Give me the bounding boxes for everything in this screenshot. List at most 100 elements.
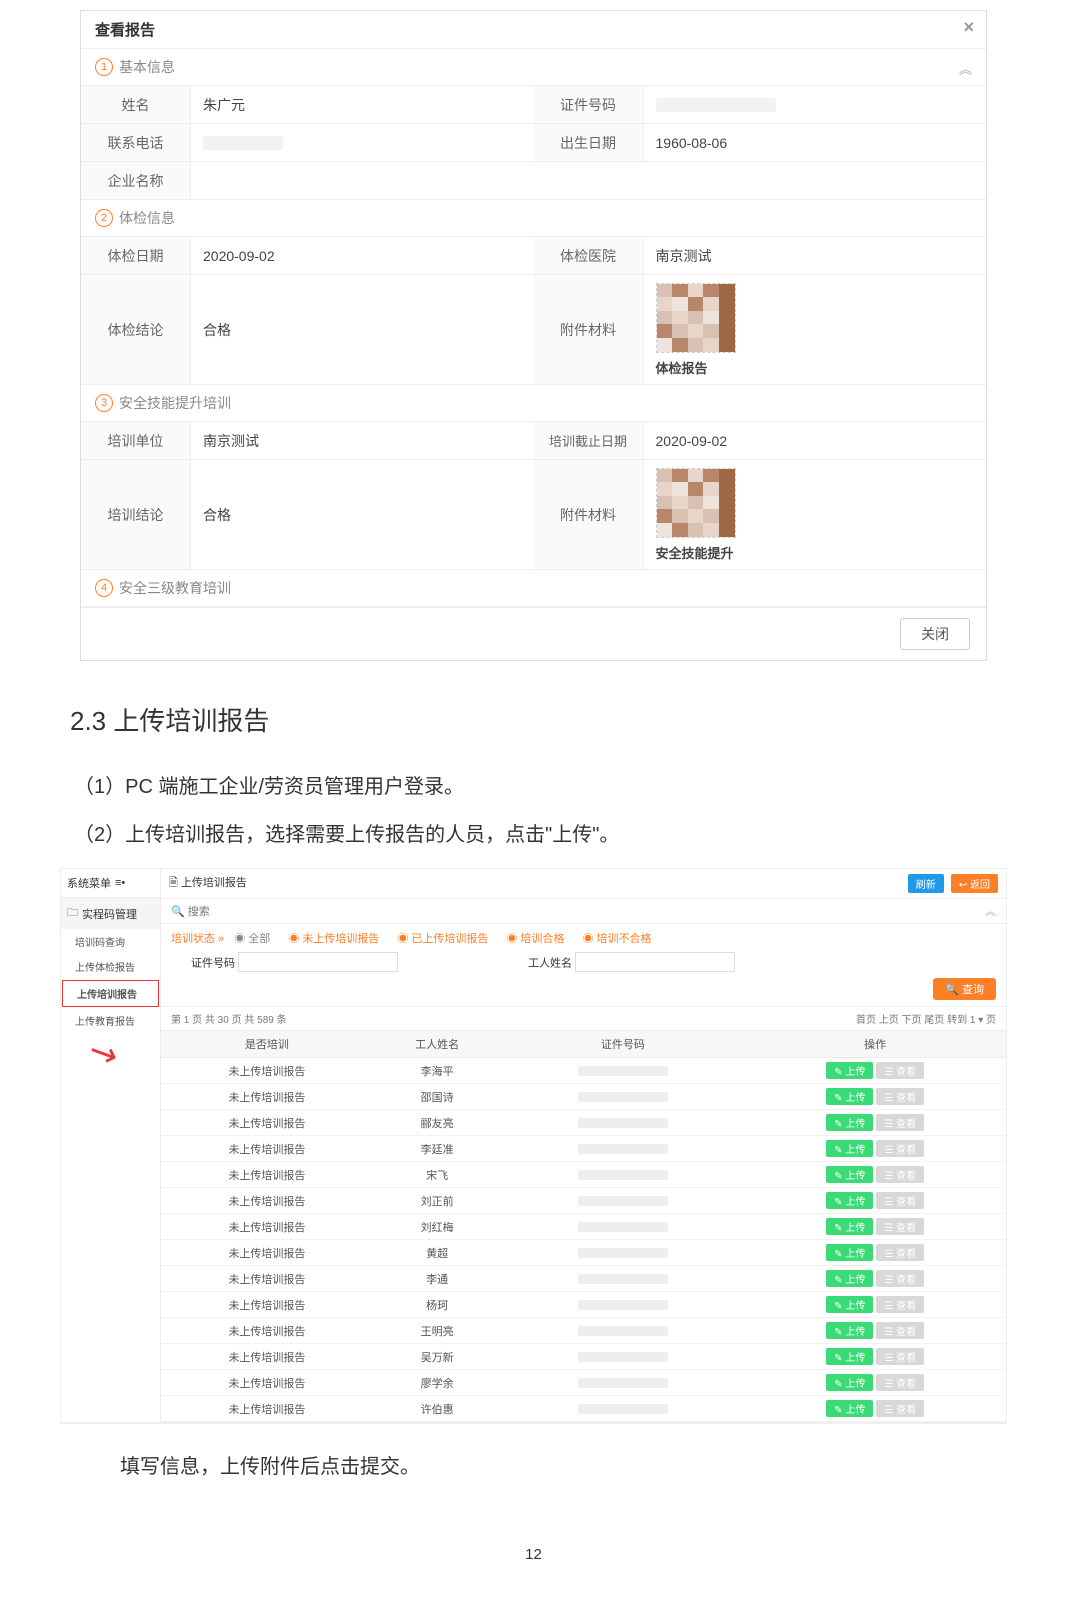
- upload-button[interactable]: ✎ 上传: [826, 1348, 873, 1365]
- refresh-button[interactable]: 刷新: [908, 874, 944, 893]
- table-row: 未上传培训报告廖学余✎ 上传☰ 查看: [161, 1370, 1006, 1396]
- row-tel-dob: 联系电话 出生日期 1960-08-06: [81, 124, 986, 162]
- view-button[interactable]: ☰ 查看: [876, 1192, 924, 1209]
- redacted-id: [656, 98, 776, 112]
- cell-id: [501, 1136, 744, 1162]
- filter-id-input[interactable]: [238, 952, 398, 972]
- section-safety-edu[interactable]: 4 安全三级教育培训: [81, 570, 986, 607]
- dialog-title: 查看报告: [95, 22, 155, 39]
- sidebar-item-0[interactable]: 培训码查询: [61, 929, 160, 954]
- upload-button[interactable]: ✎ 上传: [826, 1114, 873, 1131]
- value-tel: [191, 124, 534, 161]
- upload-button[interactable]: ✎ 上传: [826, 1270, 873, 1287]
- row-exam-date-hosp: 体检日期 2020-09-02 体检医院 南京测试: [81, 237, 986, 275]
- filter-radio-2[interactable]: ◉ 已上传培训报告: [397, 933, 488, 945]
- table-row: 未上传培训报告吴万新✎ 上传☰ 查看: [161, 1344, 1006, 1370]
- view-button[interactable]: ☰ 查看: [876, 1322, 924, 1339]
- value-exam-attach[interactable]: 体检报告: [644, 275, 987, 384]
- section-title: 安全三级教育培训: [119, 578, 231, 598]
- upload-button[interactable]: ✎ 上传: [826, 1192, 873, 1209]
- filter-radio-0[interactable]: ◉ 全部: [234, 933, 270, 945]
- worker-table: 是否培训工人姓名证件号码操作 未上传培训报告李海平✎ 上传☰ 查看未上传培训报告…: [161, 1031, 1006, 1422]
- section-training-info[interactable]: 3 安全技能提升培训: [81, 385, 986, 422]
- close-button[interactable]: 关闭: [900, 618, 970, 650]
- sidebar-item-1[interactable]: 上传体检报告: [61, 954, 160, 979]
- cell-id: [501, 1110, 744, 1136]
- cell-actions: ✎ 上传☰ 查看: [744, 1266, 1006, 1292]
- cell-status: 未上传培训报告: [161, 1266, 373, 1292]
- attachment-thumbnail[interactable]: [656, 283, 736, 353]
- cell-actions: ✎ 上传☰ 查看: [744, 1188, 1006, 1214]
- cell-id: [501, 1188, 744, 1214]
- tab-icon: 🗎: [169, 877, 181, 889]
- search-bar: 🔍 搜索 ︽: [161, 899, 1006, 924]
- view-button[interactable]: ☰ 查看: [876, 1088, 924, 1105]
- label-dob: 出生日期: [534, 124, 644, 161]
- table-row: 未上传培训报告杨珂✎ 上传☰ 查看: [161, 1292, 1006, 1318]
- view-button[interactable]: ☰ 查看: [876, 1374, 924, 1391]
- value-dob: 1960-08-06: [644, 124, 987, 161]
- search-button[interactable]: 🔍 查询: [933, 978, 996, 1000]
- close-icon[interactable]: ×: [963, 17, 974, 38]
- col-header: 是否培训: [161, 1031, 373, 1058]
- filter-radio-3[interactable]: ◉ 培训合格: [506, 933, 564, 945]
- section-medical-info[interactable]: 2 体检信息: [81, 200, 986, 237]
- pager-controls[interactable]: 首页 上页 下页 尾页 转到 1 ▾ 页: [856, 1011, 996, 1026]
- view-button[interactable]: ☰ 查看: [876, 1400, 924, 1417]
- value-name: 朱广元: [191, 86, 534, 123]
- table-row: 未上传培训报告李通 ✎ 上传☰ 查看: [161, 1266, 1006, 1292]
- view-button[interactable]: ☰ 查看: [876, 1062, 924, 1079]
- attachment-thumbnail[interactable]: [656, 468, 736, 538]
- label-train-org: 培训单位: [81, 422, 191, 459]
- view-button[interactable]: ☰ 查看: [876, 1114, 924, 1131]
- view-button[interactable]: ☰ 查看: [876, 1244, 924, 1261]
- value-id: [644, 86, 987, 123]
- upload-button[interactable]: ✎ 上传: [826, 1088, 873, 1105]
- cell-worker-name: 邵国诗: [373, 1084, 502, 1110]
- collapse-icon[interactable]: ︽: [985, 903, 996, 919]
- label-exam-hosp: 体检医院: [534, 237, 644, 274]
- filter-radio-1[interactable]: ◉ 未上传培训报告: [288, 933, 379, 945]
- menu-toggle-icon[interactable]: ≡•: [115, 877, 125, 889]
- view-button[interactable]: ☰ 查看: [876, 1166, 924, 1183]
- upload-button[interactable]: ✎ 上传: [826, 1322, 873, 1339]
- upload-button[interactable]: ✎ 上传: [826, 1140, 873, 1157]
- view-button[interactable]: ☰ 查看: [876, 1348, 924, 1365]
- upload-button[interactable]: ✎ 上传: [826, 1400, 873, 1417]
- filter-name-label: 工人姓名: [528, 958, 572, 970]
- upload-button[interactable]: ✎ 上传: [826, 1218, 873, 1235]
- section-title: 体检信息: [119, 208, 175, 228]
- value-train-org: 南京测试: [191, 422, 534, 459]
- cell-actions: ✎ 上传☰ 查看: [744, 1240, 1006, 1266]
- tab-bar: 🗎 上传培训报告 刷新 ↩ 返回: [161, 869, 1006, 899]
- filter-status-label: 培训状态 »: [171, 930, 224, 946]
- redacted-tel: [203, 136, 283, 150]
- cell-status: 未上传培训报告: [161, 1058, 373, 1084]
- sidebar-item-2[interactable]: 上传培训报告: [62, 980, 159, 1007]
- doc-paragraph-3: 填写信息，上传附件后点击提交。: [120, 1448, 993, 1486]
- cell-status: 未上传培训报告: [161, 1370, 373, 1396]
- view-button[interactable]: ☰ 查看: [876, 1140, 924, 1157]
- upload-button[interactable]: ✎ 上传: [826, 1166, 873, 1183]
- upload-button[interactable]: ✎ 上传: [826, 1062, 873, 1079]
- filter-name-input[interactable]: [575, 952, 735, 972]
- upload-button[interactable]: ✎ 上传: [826, 1374, 873, 1391]
- label-tel: 联系电话: [81, 124, 191, 161]
- label-exam-attach: 附件材料: [534, 275, 644, 384]
- chevron-up-icon[interactable]: ︽: [959, 59, 972, 78]
- sidebar-category[interactable]: 🗀 实程码管理: [61, 898, 160, 929]
- view-button[interactable]: ☰ 查看: [876, 1270, 924, 1287]
- sidebar-item-3[interactable]: 上传教育报告: [61, 1008, 160, 1033]
- section-basic-info[interactable]: 1 基本信息 ︽: [81, 49, 986, 86]
- table-row: 未上传培训报告刘正前✎ 上传☰ 查看: [161, 1188, 1006, 1214]
- value-train-attach[interactable]: 安全技能提升: [644, 460, 987, 569]
- upload-button[interactable]: ✎ 上传: [826, 1296, 873, 1313]
- cell-worker-name: 宋飞: [373, 1162, 502, 1188]
- back-button[interactable]: ↩ 返回: [951, 874, 998, 893]
- cell-worker-name: 李通: [373, 1266, 502, 1292]
- upload-button[interactable]: ✎ 上传: [826, 1244, 873, 1261]
- table-row: 未上传培训报告邵国诗✎ 上传☰ 查看: [161, 1084, 1006, 1110]
- view-button[interactable]: ☰ 查看: [876, 1218, 924, 1235]
- view-button[interactable]: ☰ 查看: [876, 1296, 924, 1313]
- filter-radio-4[interactable]: ◉ 培训不合格: [582, 933, 651, 945]
